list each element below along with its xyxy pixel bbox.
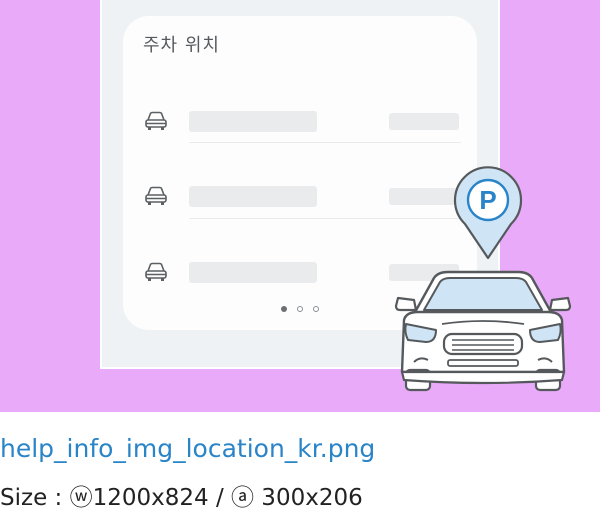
car-icon bbox=[145, 186, 167, 205]
page-dot-active[interactable] bbox=[281, 306, 287, 312]
divider bbox=[189, 142, 461, 143]
card-title: 주차 위치 bbox=[143, 35, 220, 56]
car-icon bbox=[145, 111, 167, 130]
filename-label: help_info_img_location_kr.png bbox=[0, 434, 376, 463]
size-label: Size : ⓦ1200x824 / ⓐ 300x206 bbox=[0, 485, 363, 511]
illustration: 주차 위치 P bbox=[0, 0, 600, 412]
parking-pin-icon: P bbox=[453, 166, 523, 260]
page-dot[interactable] bbox=[297, 306, 303, 312]
car-illustration bbox=[394, 270, 572, 392]
placeholder-name-bar bbox=[189, 111, 317, 132]
parking-p-letter: P bbox=[479, 185, 496, 215]
placeholder-detail-bar bbox=[389, 113, 459, 130]
car-icon bbox=[145, 262, 167, 281]
list-item bbox=[123, 176, 477, 216]
list-item bbox=[123, 101, 477, 141]
divider bbox=[189, 218, 461, 219]
pagination-dots[interactable] bbox=[278, 306, 328, 316]
placeholder-name-bar bbox=[189, 262, 317, 283]
placeholder-name-bar bbox=[189, 186, 317, 207]
page-dot[interactable] bbox=[313, 306, 319, 312]
